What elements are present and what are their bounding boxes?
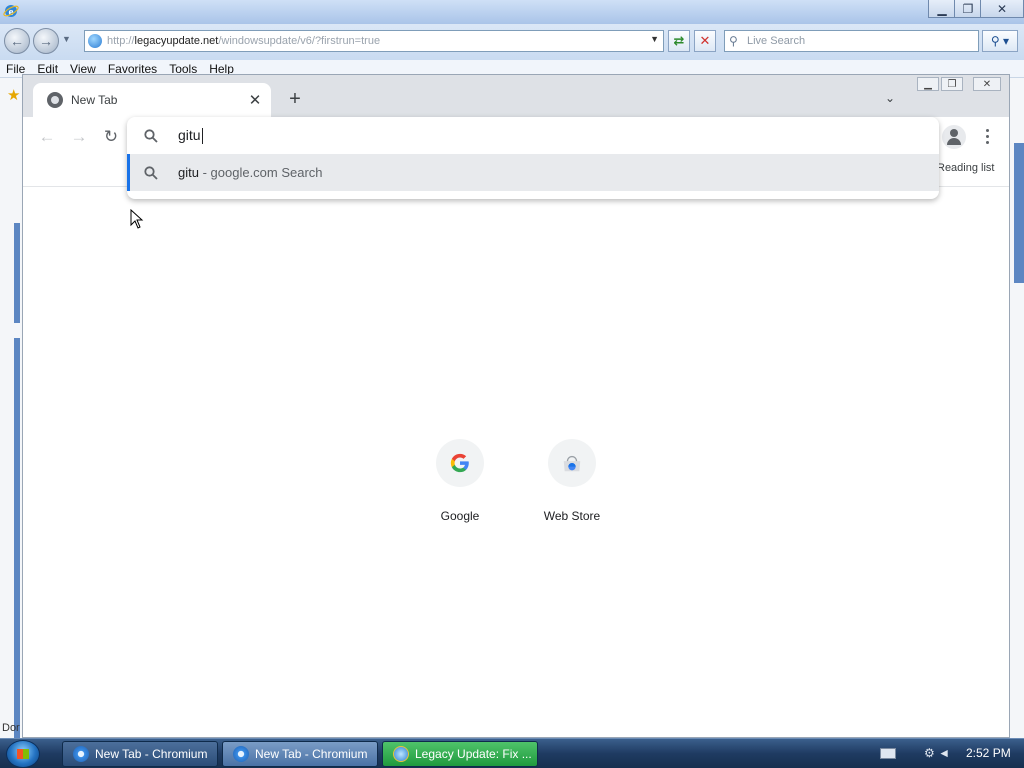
back-button[interactable]: ← xyxy=(4,28,30,54)
taskbar-item-legacy-update[interactable]: Legacy Update: Fix ... xyxy=(382,741,538,767)
stop-icon: ✕ xyxy=(699,33,711,48)
chevron-down-icon: ⌄ xyxy=(885,91,896,105)
search-placeholder: Live Search xyxy=(747,35,806,47)
refresh-icon: ⇄ xyxy=(673,33,685,48)
taskbar: New Tab - Chromium New Tab - Chromium Le… xyxy=(0,738,1024,768)
mouse-cursor-icon xyxy=(130,209,144,229)
omnibox-dropdown: gitu gitu - google.com Search xyxy=(127,117,939,199)
google-icon xyxy=(436,439,484,487)
more-options-button[interactable] xyxy=(977,126,997,146)
start-button[interactable] xyxy=(6,740,40,768)
address-dropdown-icon[interactable]: ▼ xyxy=(650,34,659,44)
internet-explorer-icon xyxy=(393,746,409,762)
page-icon xyxy=(88,34,102,48)
search-icon: ⚲ xyxy=(729,34,738,48)
address-prefix: http:// xyxy=(107,35,135,47)
tray-network-volume-icon[interactable]: ⚙ ◄ xyxy=(924,746,950,760)
globe-icon xyxy=(47,92,63,108)
suggestion-text: gitu - google.com Search xyxy=(178,165,323,180)
chromium-minimize-button[interactable]: ▁ xyxy=(917,77,939,91)
clock[interactable]: 2:52 PM xyxy=(966,746,1011,760)
omnibox-input[interactable]: gitu xyxy=(127,117,939,154)
ie-status-bar: Dor xyxy=(2,722,20,734)
profile-avatar-button[interactable] xyxy=(942,125,966,149)
favorites-star-icon[interactable]: ★ xyxy=(7,86,20,104)
maximize-button[interactable]: ❐ xyxy=(954,0,982,18)
taskbar-item-label: New Tab - Chromium xyxy=(255,747,368,761)
shortcut-google[interactable]: Google xyxy=(404,439,516,523)
tab-title: New Tab xyxy=(71,93,118,107)
chromium-window: New Tab ✕ + ⌄ ▁ ❐ ✕ ← → ↻ Reading list g… xyxy=(22,74,1010,738)
stop-button[interactable]: ✕ xyxy=(694,30,716,52)
shortcut-web-store[interactable]: Web Store xyxy=(516,439,628,523)
suggestion-engine: google.com Search xyxy=(210,165,323,180)
tab-strip: New Tab ✕ + ⌄ ▁ ❐ ✕ xyxy=(23,75,1009,117)
search-button[interactable]: ⚲ ▾ xyxy=(982,30,1018,52)
search-icon xyxy=(144,165,158,180)
forward-button[interactable]: → xyxy=(33,28,59,54)
plus-icon: + xyxy=(289,88,301,110)
reload-button[interactable]: ↻ xyxy=(99,127,123,147)
internet-explorer-icon: e xyxy=(3,3,19,19)
tab-search-button[interactable]: ⌄ xyxy=(885,91,895,105)
back-button[interactable]: ← xyxy=(35,127,59,147)
page-sidebar-block xyxy=(14,338,20,738)
web-store-icon xyxy=(548,439,596,487)
chromium-icon xyxy=(73,746,89,762)
recent-pages-dropdown[interactable]: ▼ xyxy=(62,34,71,44)
forward-arrow-icon: → xyxy=(39,33,53,49)
back-arrow-icon: ← xyxy=(38,127,56,146)
keyboard-icon[interactable] xyxy=(880,748,896,759)
chromium-icon xyxy=(233,746,249,762)
ie-content-right-edge xyxy=(1010,78,1024,738)
taskbar-item-chromium-active[interactable]: New Tab - Chromium xyxy=(222,741,378,767)
minimize-button[interactable]: ▁ xyxy=(928,0,956,18)
shortcut-label: Web Store xyxy=(543,509,601,523)
ie-title-bar: e ▁ ❐ ✕ xyxy=(0,0,1024,24)
address-host: legacyupdate.net xyxy=(134,35,219,47)
new-tab-button[interactable]: + xyxy=(285,89,305,109)
ie-navigation-bar: ← → ▼ http://legacyupdate.net/windowsupd… xyxy=(0,24,1024,60)
address-path: /windowsupdate/v6/?firstrun=true xyxy=(218,35,381,47)
page-sidebar-block xyxy=(1014,143,1024,283)
tab-new-tab[interactable]: New Tab ✕ xyxy=(33,83,271,117)
taskbar-item-label: Legacy Update: Fix ... xyxy=(415,747,532,761)
forward-button[interactable]: → xyxy=(67,127,91,147)
chromium-close-button[interactable]: ✕ xyxy=(973,77,1001,91)
chromium-maximize-button[interactable]: ❐ xyxy=(941,77,963,91)
close-tab-icon[interactable]: ✕ xyxy=(245,91,265,109)
close-button[interactable]: ✕ xyxy=(980,0,1024,18)
search-icon xyxy=(144,128,158,143)
back-arrow-icon: ← xyxy=(10,33,24,49)
suggestion-query: gitu xyxy=(178,165,199,180)
taskbar-item-chromium[interactable]: New Tab - Chromium xyxy=(62,741,218,767)
forward-arrow-icon: → xyxy=(70,127,88,146)
omnibox-text[interactable]: gitu xyxy=(178,126,203,145)
reload-icon: ↻ xyxy=(103,127,119,146)
search-icon: ⚲ ▾ xyxy=(990,34,1010,48)
shortcut-label: Google xyxy=(440,509,480,523)
ie-content-left-edge: ★ xyxy=(0,78,24,738)
omnibox-suggestion[interactable]: gitu - google.com Search xyxy=(127,154,939,191)
refresh-button[interactable]: ⇄ xyxy=(668,30,690,52)
taskbar-item-label: New Tab - Chromium xyxy=(95,747,208,761)
text-caret xyxy=(201,128,203,145)
suggestion-separator: - xyxy=(198,165,211,180)
reading-list-button[interactable]: Reading list xyxy=(937,162,994,174)
page-sidebar-block xyxy=(14,223,20,323)
live-search-input[interactable]: ⚲ Live Search xyxy=(724,30,979,52)
omnibox-query: gitu xyxy=(178,126,201,143)
address-bar[interactable]: http://legacyupdate.net/windowsupdate/v6… xyxy=(84,30,664,52)
